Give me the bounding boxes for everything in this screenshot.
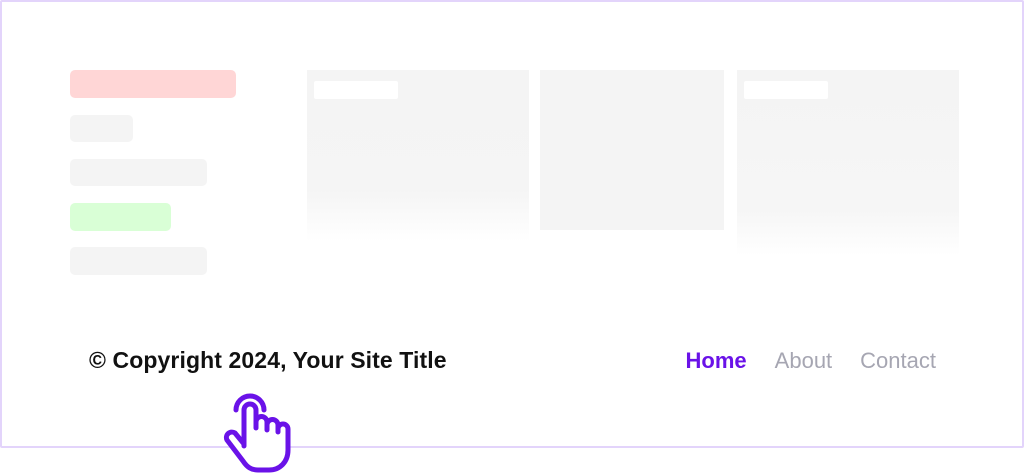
- footer-nav: Home About Contact: [686, 348, 936, 374]
- footer-copyright: © Copyright 2024, Your Site Title: [89, 347, 447, 373]
- content-card-1: [307, 70, 529, 242]
- sidebar-placeholder-medium-2: [70, 247, 207, 275]
- nav-link-about[interactable]: About: [775, 348, 833, 374]
- hand-icon: [223, 401, 291, 473]
- content-card-2: [540, 70, 724, 230]
- card-title-placeholder: [744, 81, 828, 99]
- nav-link-contact[interactable]: Contact: [860, 348, 936, 374]
- sidebar-placeholder-medium: [70, 159, 207, 186]
- content-card-3: [737, 70, 959, 256]
- sidebar-placeholder-green: [70, 203, 171, 231]
- page-frame: © Copyright 2024, Your Site Title Home A…: [0, 0, 1024, 448]
- nav-link-home[interactable]: Home: [686, 348, 747, 374]
- sidebar-placeholder-short: [70, 115, 133, 142]
- card-title-placeholder: [314, 81, 398, 99]
- sidebar-placeholder-red: [70, 70, 236, 98]
- hand-pointer-icon: [223, 393, 291, 473]
